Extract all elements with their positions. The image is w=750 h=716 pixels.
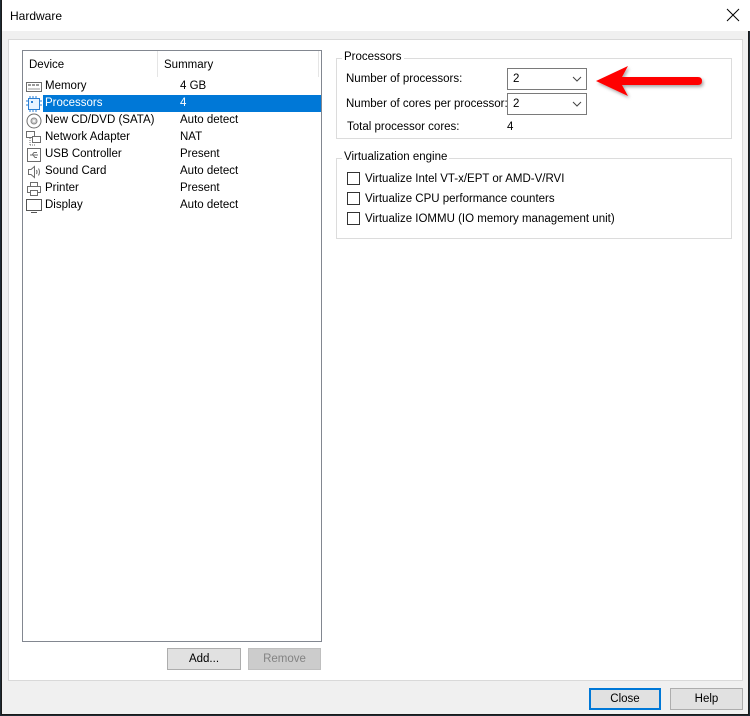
close-button[interactable]: Close [589,688,661,710]
number-of-processors-combo[interactable]: 2 [507,68,587,90]
close-window-button[interactable] [722,4,744,26]
device-summary: Present [180,148,220,160]
column-header-summary[interactable]: Summary [158,51,319,77]
device-list[interactable]: Device Summary Memory 4 GB Processors 4 [22,50,322,642]
device-list-header: Device Summary [23,51,321,77]
virtualize-iommu-checkbox[interactable]: Virtualize IOMMU (IO memory management u… [347,212,615,225]
window-title: Hardware [10,9,63,23]
processors-group-title: Processors [342,51,404,63]
device-name: Memory [45,80,87,92]
cores-per-processor-label: Number of cores per processor: [346,98,508,110]
virtualize-vtx-checkbox[interactable]: Virtualize Intel VT-x/EPT or AMD-V/RVI [347,172,564,185]
device-row-processors[interactable]: Processors 4 [25,95,321,112]
cd-dvd-icon [25,113,43,129]
checkbox-label: Virtualize Intel VT-x/EPT or AMD-V/RVI [365,172,565,185]
title-bar: Hardware [2,0,750,31]
device-name: USB Controller [45,148,122,160]
device-summary: Auto detect [180,114,239,126]
total-processor-cores-label: Total processor cores: [347,121,460,133]
device-summary: NAT [180,131,203,143]
virtualize-cpu-counters-checkbox[interactable]: Virtualize CPU performance counters [347,192,555,205]
device-row-sound-card[interactable]: Sound Card Auto detect [25,163,321,180]
device-row-cd-dvd[interactable]: New CD/DVD (SATA) Auto detect [25,112,321,129]
checkbox-label: Virtualize CPU performance counters [365,192,555,205]
device-row-usb-controller[interactable]: USB Controller Present [25,146,321,163]
remove-device-button[interactable]: Remove [248,648,321,670]
usb-icon [25,147,43,163]
processor-icon [25,95,43,112]
column-header-device[interactable]: Device [23,51,158,77]
device-name: Display [45,199,83,211]
device-row-network-adapter[interactable]: Network Adapter NAT [25,129,321,146]
chevron-down-icon [572,101,582,107]
device-name: Sound Card [45,165,107,177]
device-summary: 4 [161,95,321,112]
device-row-display[interactable]: Display Auto detect [25,197,321,214]
device-summary: Auto detect [180,199,239,211]
device-row-memory[interactable]: Memory 4 GB [25,78,321,95]
hardware-dialog: Hardware Device Summary Memory 4 GB Proc… [1,0,750,715]
close-x-icon [726,8,740,22]
device-name: Network Adapter [45,131,131,143]
device-summary: 4 GB [180,80,207,92]
device-summary: Auto detect [180,165,239,177]
device-name: Processors [43,95,161,112]
monitor-icon [25,198,43,214]
device-row-printer[interactable]: Printer Present [25,180,321,197]
content-panel: Device Summary Memory 4 GB Processors 4 [8,39,743,681]
chevron-down-icon [572,76,582,82]
device-summary: Present [180,182,220,194]
memory-icon [25,79,43,95]
checkbox-box[interactable] [347,172,360,185]
cores-per-processor-value: 2 [513,98,520,110]
virtualization-engine-group: Virtualization engine Virtualize Intel V… [336,151,732,239]
cores-per-processor-combo[interactable]: 2 [507,93,587,115]
speaker-icon [25,164,43,180]
checkbox-box[interactable] [347,192,360,205]
device-name: New CD/DVD (SATA) [45,114,155,126]
add-device-button[interactable]: Add... [167,648,241,670]
network-icon [25,130,43,146]
total-processor-cores-value: 4 [507,121,514,133]
help-button[interactable]: Help [670,688,743,710]
number-of-processors-label: Number of processors: [346,73,463,85]
printer-icon [25,181,43,197]
device-name: Printer [45,182,79,194]
number-of-processors-value: 2 [513,73,520,85]
virtualization-group-title: Virtualization engine [342,151,450,163]
checkbox-label: Virtualize IOMMU (IO memory management u… [365,212,615,225]
red-arrow-annotation [596,66,702,96]
checkbox-box[interactable] [347,212,360,225]
